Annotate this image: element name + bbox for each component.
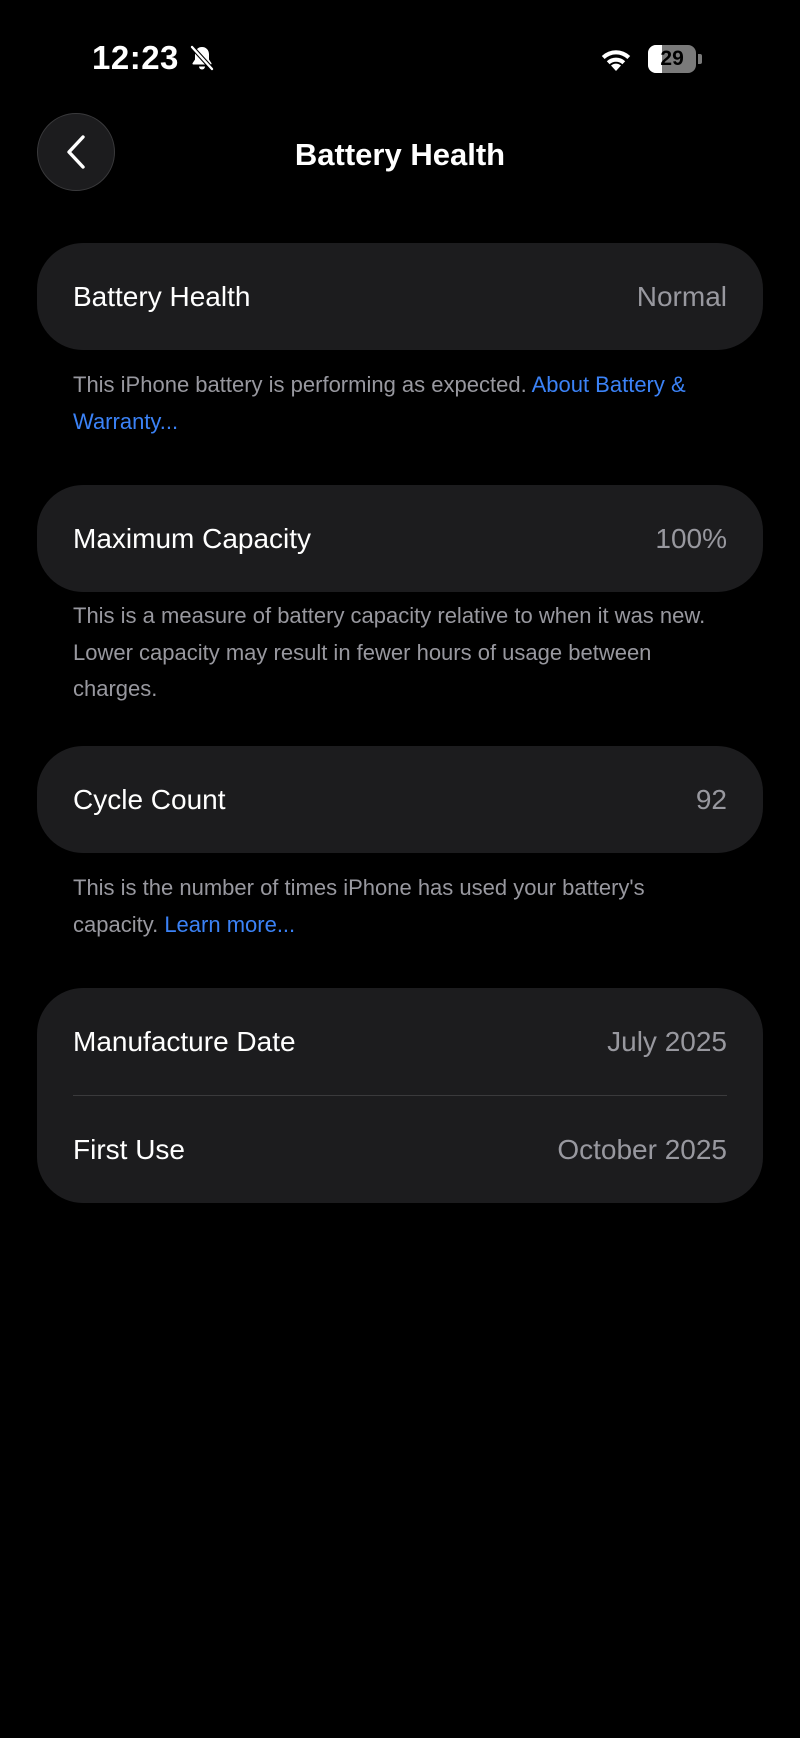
battery-health-row: Battery Health Normal [37,243,763,350]
manufacture-date-value: July 2025 [607,1025,727,1057]
status-bar: 12:23 29 [0,0,800,120]
battery-health-footnote: This iPhone battery is performing as exp… [73,367,733,440]
cycle-count-card: Cycle Count 92 [37,746,763,853]
battery-level: 29 [660,47,684,70]
first-use-label: First Use [73,1133,185,1165]
dates-card: Manufacture Date July 2025 First Use Oct… [37,988,763,1203]
maximum-capacity-row: Maximum Capacity 100% [37,485,763,592]
wifi-icon [601,50,631,71]
cycle-count-value: 92 [695,783,727,815]
maximum-capacity-value: 100% [655,522,727,554]
manufacture-date-label: Manufacture Date [73,1025,296,1057]
battery-body: 29 [648,45,697,73]
battery-health-card: Battery Health Normal [37,243,763,350]
battery-health-label: Battery Health [73,280,251,312]
battery-cap [698,54,702,64]
status-right-group: 29 [596,40,702,78]
maximum-capacity-card: Maximum Capacity 100% [37,485,763,592]
battery-health-value: Normal [636,280,727,312]
maximum-capacity-label: Maximum Capacity [73,522,312,554]
cycle-count-footnote-text: This is the number of times iPhone has u… [73,875,645,937]
cycle-count-label: Cycle Count [73,783,226,815]
page-title: Battery Health [294,137,506,172]
home-indicator [260,1710,540,1720]
cycle-count-row: Cycle Count 92 [37,746,763,853]
first-use-row: First Use October 2025 [37,1096,763,1203]
cycle-count-footnote: This is the number of times iPhone has u… [73,870,733,943]
status-time-group: 12:23 [92,36,217,80]
learn-more-link[interactable]: Learn more... [164,912,295,937]
first-use-value: October 2025 [557,1133,727,1165]
bell-slash-icon [189,44,215,72]
battery-health-footnote-text: This iPhone battery is performing as exp… [73,372,532,397]
battery-icon: 29 [648,45,702,73]
maximum-capacity-footnote: This is a measure of battery capacity re… [73,603,706,701]
manufacture-date-row: Manufacture Date July 2025 [37,988,763,1095]
status-time: 12:23 [92,39,179,76]
